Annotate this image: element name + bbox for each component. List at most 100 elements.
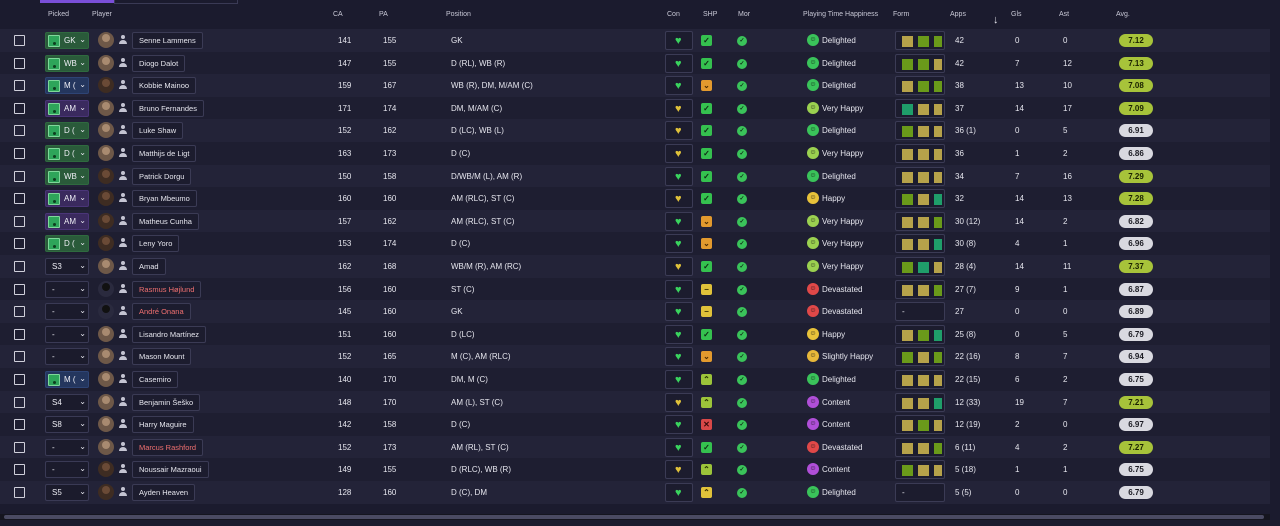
- row-checkbox[interactable]: [14, 374, 25, 385]
- form-cell[interactable]: [895, 460, 945, 480]
- table-row[interactable]: AM ⌄ Bryan Mbeumo 160 160 AM (RLC), ST (C) ♥ ✓ ✓…: [0, 187, 1270, 210]
- condition-cell[interactable]: ♥: [665, 121, 693, 141]
- picked-select[interactable]: S3 ⌄: [45, 258, 89, 275]
- row-checkbox[interactable]: [14, 57, 25, 69]
- condition-cell[interactable]: ♥: [665, 302, 693, 322]
- form-cell[interactable]: [895, 392, 945, 412]
- col-mor[interactable]: Mor: [738, 11, 750, 18]
- col-ast[interactable]: Ast: [1059, 11, 1069, 18]
- col-apps[interactable]: Apps: [950, 11, 966, 18]
- col-playing-time-happiness[interactable]: Playing Time Happiness: [803, 11, 878, 18]
- player-name[interactable]: Patrick Dorgu: [132, 167, 192, 185]
- form-cell[interactable]: [895, 31, 945, 50]
- picked-select[interactable]: AM ⌄: [45, 212, 89, 230]
- picked-select[interactable]: - ⌄: [45, 348, 89, 366]
- player-name[interactable]: Matthijs de Ligt: [132, 145, 197, 162]
- table-row[interactable]: D (⌄ Matthijs de Ligt 163 173 D (C) ♥ ✓ ✓ ☺ Very …: [0, 142, 1270, 165]
- row-checkbox[interactable]: [14, 441, 25, 453]
- picked-select[interactable]: M (⌄: [45, 77, 89, 95]
- row-checkbox[interactable]: [14, 238, 25, 250]
- table-row[interactable]: - ⌄ Lisandro Martínez 151 160 D (LC) ♥ ✓ ✓ ☺ Happy…: [0, 322, 1270, 346]
- row-checkbox[interactable]: [14, 306, 25, 318]
- table-row[interactable]: GK ⌄ Senne Lammens 141 155 GK ♥ ✓ ✓ ☺ Delighted 42 0…: [0, 29, 1270, 52]
- condition-cell[interactable]: ♥: [665, 234, 693, 254]
- picked-select[interactable]: - ⌄: [45, 303, 89, 321]
- player-name[interactable]: Kobbie Mainoo: [132, 77, 197, 95]
- form-cell[interactable]: [895, 121, 945, 141]
- player-name[interactable]: Bruno Fernandes: [132, 99, 204, 117]
- tab-active-indicator[interactable]: [40, 0, 114, 3]
- row-checkbox[interactable]: [14, 35, 25, 46]
- row-checkbox[interactable]: [14, 328, 25, 340]
- scrollbar-thumb[interactable]: [4, 515, 1264, 519]
- condition-cell[interactable]: ♥: [665, 53, 693, 73]
- row-checkbox[interactable]: [14, 351, 25, 363]
- col-pa[interactable]: PA: [379, 11, 388, 18]
- col-form[interactable]: Form: [893, 11, 909, 18]
- condition-cell[interactable]: ♥: [665, 257, 693, 276]
- col-avg[interactable]: Avg.: [1116, 11, 1130, 18]
- table-row[interactable]: S3 ⌄ Amad 162 168 WB/M (R), AM (RC) ♥ ✓ ✓ ☺ Very H…: [0, 255, 1270, 278]
- form-cell[interactable]: [895, 370, 945, 389]
- col-player[interactable]: Player: [92, 11, 112, 18]
- picked-select[interactable]: D (⌄: [45, 145, 89, 162]
- row-checkbox[interactable]: [14, 396, 25, 408]
- player-name[interactable]: Lisandro Martínez: [132, 325, 207, 343]
- form-cell[interactable]: [895, 98, 945, 118]
- player-name[interactable]: Marcus Rashford: [132, 438, 204, 456]
- condition-cell[interactable]: ♥: [665, 370, 693, 389]
- player-name[interactable]: Harry Maguire: [132, 416, 194, 434]
- col-ca[interactable]: CA: [333, 11, 343, 18]
- picked-select[interactable]: M (⌄: [45, 371, 89, 388]
- table-row[interactable]: WB ⌄ Diogo Dalot 147 155 D (RL), WB (R) ♥ ✓ ✓ ☺ De…: [0, 51, 1270, 75]
- table-row[interactable]: M (⌄ Kobbie Mainoo 159 167 WB (R), DM, M/AM …: [0, 74, 1270, 97]
- table-row[interactable]: WB ⌄ Patrick Dorgu 150 158 D/WB/M (L), AM (R)…: [0, 164, 1270, 188]
- row-checkbox[interactable]: [14, 419, 25, 431]
- picked-select[interactable]: - ⌄: [45, 325, 89, 343]
- form-cell[interactable]: [895, 437, 945, 457]
- form-cell[interactable]: -: [895, 483, 945, 502]
- player-name[interactable]: Benjamin Šeško: [132, 393, 201, 411]
- picked-select[interactable]: - ⌄: [45, 461, 89, 479]
- col-picked[interactable]: Picked: [48, 11, 69, 18]
- form-cell[interactable]: [895, 279, 945, 299]
- picked-select[interactable]: AM ⌄: [45, 190, 89, 208]
- form-cell[interactable]: [895, 144, 945, 163]
- row-checkbox[interactable]: [14, 125, 25, 137]
- col-shp[interactable]: SHP: [703, 11, 717, 18]
- row-checkbox[interactable]: [14, 193, 25, 205]
- table-row[interactable]: - ⌄ Noussair Mazraoui 149 155 D (RLC), WB (R)…: [0, 458, 1270, 481]
- picked-select[interactable]: D (⌄: [45, 122, 89, 140]
- picked-select[interactable]: D (⌄: [45, 235, 89, 253]
- form-cell[interactable]: [895, 53, 945, 73]
- picked-select[interactable]: S5 ⌄: [45, 484, 89, 501]
- picked-select[interactable]: S4 ⌄: [45, 393, 89, 411]
- picked-select[interactable]: GK ⌄: [45, 32, 89, 49]
- form-cell[interactable]: [895, 257, 945, 276]
- table-row[interactable]: S4 ⌄ Benjamin Šeško 148 170 AM (L), ST (C) ♥ ⌃ ✓…: [0, 390, 1270, 414]
- condition-cell[interactable]: ♥: [665, 392, 693, 412]
- condition-cell[interactable]: ♥: [665, 144, 693, 163]
- table-row[interactable]: - ⌄ Marcus Rashford 152 173 AM (RL), ST (C) ♥ ✓…: [0, 435, 1270, 459]
- form-cell[interactable]: [895, 415, 945, 435]
- condition-cell[interactable]: ♥: [665, 211, 693, 231]
- form-cell[interactable]: -: [895, 302, 945, 322]
- tab-inactive[interactable]: [114, 0, 238, 4]
- player-name[interactable]: Bryan Mbeumo: [132, 190, 197, 208]
- arrow-down-icon[interactable]: ↓: [993, 14, 999, 26]
- player-name[interactable]: Diogo Dalot: [132, 54, 186, 72]
- form-cell[interactable]: [895, 234, 945, 254]
- condition-cell[interactable]: ♥: [665, 324, 693, 344]
- picked-select[interactable]: WB ⌄: [45, 167, 89, 185]
- table-row[interactable]: D (⌄ Leny Yoro 153 174 D (C) ♥ ⌄ ✓ ☺ Very Happy 30…: [0, 232, 1270, 255]
- player-name[interactable]: André Onana: [132, 303, 191, 321]
- form-cell[interactable]: [895, 211, 945, 231]
- picked-select[interactable]: S8 ⌄: [45, 416, 89, 434]
- condition-cell[interactable]: ♥: [665, 415, 693, 435]
- player-name[interactable]: Amad: [132, 258, 166, 275]
- condition-cell[interactable]: ♥: [665, 166, 693, 186]
- table-row[interactable]: - ⌄ Rasmus Højlund 156 160 ST (C) ♥ − ✓ ☺ Devastat…: [0, 277, 1270, 301]
- form-cell[interactable]: [895, 347, 945, 367]
- condition-cell[interactable]: ♥: [665, 460, 693, 480]
- table-row[interactable]: - ⌄ André Onana 145 160 GK ♥ − ✓ ☺ Devastated -27 0 0…: [0, 300, 1270, 323]
